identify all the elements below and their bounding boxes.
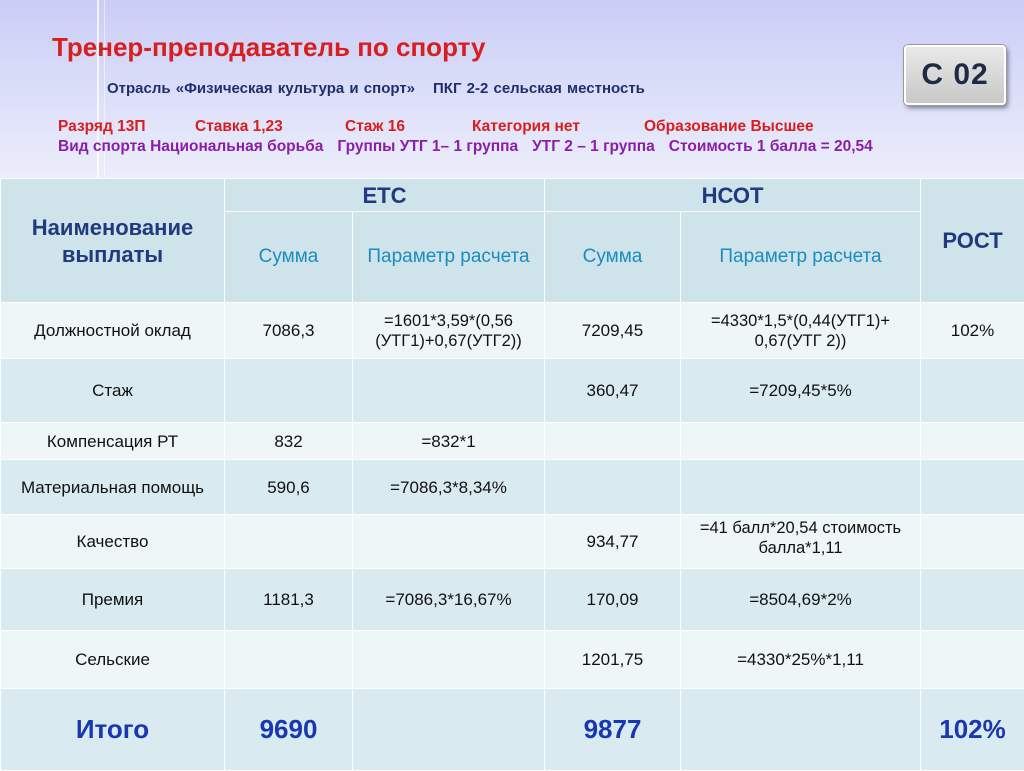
column-header-etc-sum: Сумма: [225, 212, 353, 303]
cell-etc-param: =7086,3*8,34%: [353, 460, 545, 515]
cell-total-nsot-param: [681, 689, 921, 771]
detail-category: Категория нет: [472, 118, 580, 136]
pkg-label: ПКГ 2-2 сельская местность: [433, 80, 645, 97]
cell-name: Премия: [1, 569, 225, 631]
cell-etc-param: [353, 515, 545, 569]
cell-growth: [921, 460, 1024, 515]
cell-name: Материальная помощь: [1, 460, 225, 515]
cell-nsot-param: =4330*25%*1,11: [681, 631, 921, 689]
cell-growth: 102%: [921, 303, 1024, 359]
column-group-nsot: НСОТ: [545, 179, 921, 212]
cell-nsot-param: =41 балл*20,54 стоимость балла*1,11: [681, 515, 921, 569]
cell-etc-sum: 590,6: [225, 460, 353, 515]
cell-name: Стаж: [1, 359, 225, 423]
payment-table: Наименование выплаты ЕТС НСОТ РОСТ Сумма…: [0, 178, 1024, 771]
table-row: Премия 1181,3 =7086,3*16,67% 170,09 =850…: [1, 569, 1024, 631]
table-row: Должностной оклад 7086,3 =1601*3,59*(0,5…: [1, 303, 1024, 359]
detail-group-1: Группы УТГ 1– 1 группа: [337, 138, 518, 155]
cell-nsot-sum: 934,77: [545, 515, 681, 569]
cell-name: Должностной оклад: [1, 303, 225, 359]
cell-nsot-sum: [545, 423, 681, 460]
cell-total-nsot-sum: 9877: [545, 689, 681, 771]
subtitle-line: Отрасль «Физическая культура и спорт» ПКГ…: [107, 80, 645, 97]
cell-total-etc-sum: 9690: [225, 689, 353, 771]
cell-growth: [921, 359, 1024, 423]
cell-name: Компенсация РТ: [1, 423, 225, 460]
column-header-nsot-param: Параметр расчета: [681, 212, 921, 303]
cell-etc-sum: [225, 631, 353, 689]
detail-experience: Стаж 16: [345, 118, 405, 136]
page-title: Тренер-преподаватель по спорту: [52, 32, 485, 63]
cell-etc-sum: 1181,3: [225, 569, 353, 631]
cell-nsot-sum: [545, 460, 681, 515]
table-row: Качество 934,77 =41 балл*20,54 стоимость…: [1, 515, 1024, 569]
cell-etc-param: =1601*3,59*(0,56 (УТГ1)+0,67(УТГ2)): [353, 303, 545, 359]
table-row: Материальная помощь 590,6 =7086,3*8,34%: [1, 460, 1024, 515]
details-row-2: Вид спорта Национальная борьба Группы УТГ…: [58, 138, 887, 156]
cell-nsot-sum: 1201,75: [545, 631, 681, 689]
table-row: Компенсация РТ 832 =832*1: [1, 423, 1024, 460]
detail-group-2: УТГ 2 – 1 группа: [532, 138, 655, 155]
cell-etc-param: =832*1: [353, 423, 545, 460]
cell-growth: [921, 515, 1024, 569]
cell-nsot-param: =8504,69*2%: [681, 569, 921, 631]
detail-point-cost: Стоимость 1 балла = 20,54: [669, 138, 873, 155]
cell-nsot-param: [681, 460, 921, 515]
cell-etc-sum: 7086,3: [225, 303, 353, 359]
column-header-nsot-sum: Сумма: [545, 212, 681, 303]
cell-name: Сельские: [1, 631, 225, 689]
cell-etc-sum: [225, 515, 353, 569]
cell-nsot-param: =4330*1,5*(0,44(УТГ1)+ 0,67(УТГ 2)): [681, 303, 921, 359]
code-badge: С 02: [904, 45, 1006, 105]
table-row: Сельские 1201,75 =4330*25%*1,11: [1, 631, 1024, 689]
industry-label: Отрасль «Физическая культура и спорт»: [107, 80, 415, 97]
cell-etc-sum: 832: [225, 423, 353, 460]
cell-growth: [921, 631, 1024, 689]
cell-total-etc-param: [353, 689, 545, 771]
column-header-etc-param: Параметр расчета: [353, 212, 545, 303]
detail-rate: Ставка 1,23: [195, 118, 283, 136]
cell-etc-param: =7086,3*16,67%: [353, 569, 545, 631]
cell-nsot-sum: 7209,45: [545, 303, 681, 359]
cell-growth: [921, 423, 1024, 460]
cell-etc-sum: [225, 359, 353, 423]
detail-education: Образование Высшее: [644, 118, 814, 136]
cell-growth: [921, 569, 1024, 631]
cell-etc-param: [353, 359, 545, 423]
table-row: Стаж 360,47 =7209,45*5%: [1, 359, 1024, 423]
total-row: Итого 9690 9877 102%: [1, 689, 1024, 771]
cell-total-growth: 102%: [921, 689, 1024, 771]
cell-nsot-sum: 170,09: [545, 569, 681, 631]
cell-name: Качество: [1, 515, 225, 569]
column-header-name: Наименование выплаты: [1, 179, 225, 303]
cell-nsot-param: [681, 423, 921, 460]
detail-rank: Разряд 13П: [58, 118, 145, 136]
cell-total-name: Итого: [1, 689, 225, 771]
cell-nsot-param: =7209,45*5%: [681, 359, 921, 423]
column-group-etc: ЕТС: [225, 179, 545, 212]
column-header-growth: РОСТ: [921, 179, 1024, 303]
cell-nsot-sum: 360,47: [545, 359, 681, 423]
detail-sport: Вид спорта Национальная борьба: [58, 138, 323, 155]
cell-etc-param: [353, 631, 545, 689]
